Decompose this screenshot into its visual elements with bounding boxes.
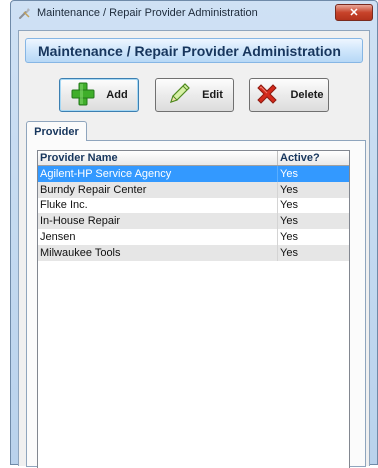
table-row[interactable]: Jensen Yes bbox=[38, 229, 349, 245]
app-window: Maintenance / Repair Provider Administra… bbox=[10, 0, 378, 468]
cell-active: Yes bbox=[280, 231, 298, 244]
table-row[interactable]: Burndy Repair Center Yes bbox=[38, 181, 349, 198]
add-button[interactable]: Add bbox=[59, 78, 139, 112]
window-title: Maintenance / Repair Provider Administra… bbox=[37, 7, 258, 19]
cell-provider-name: In-House Repair bbox=[38, 213, 278, 230]
cell-active: Yes bbox=[280, 183, 298, 196]
edit-button-label: Edit bbox=[202, 89, 223, 101]
cell-active: Yes bbox=[280, 199, 298, 212]
green-plus-icon bbox=[70, 82, 96, 109]
header-banner: Maintenance / Repair Provider Administra… bbox=[25, 38, 363, 63]
client-area: Maintenance / Repair Provider Administra… bbox=[18, 30, 370, 468]
cell-provider-name: Milwaukee Tools bbox=[38, 244, 278, 261]
cell-provider-name: Burndy Repair Center bbox=[38, 181, 278, 198]
cell-provider-name: Agilent-HP Service Agency bbox=[38, 166, 278, 182]
cell-active: Yes bbox=[280, 215, 298, 228]
provider-tab-panel: Provider Name Active? Agilent-HP Service… bbox=[26, 140, 366, 468]
page-title: Maintenance / Repair Provider Administra… bbox=[38, 42, 341, 59]
grid-header: Provider Name Active? bbox=[38, 151, 349, 166]
tab-provider[interactable]: Provider bbox=[26, 121, 87, 141]
delete-button-label: Delete bbox=[290, 89, 324, 101]
cell-provider-name: Fluke Inc. bbox=[38, 197, 278, 214]
provider-grid: Provider Name Active? Agilent-HP Service… bbox=[37, 150, 350, 468]
table-row[interactable]: Fluke Inc. Yes bbox=[38, 197, 349, 214]
close-icon: ✕ bbox=[349, 7, 359, 19]
cell-provider-name: Jensen bbox=[38, 229, 278, 245]
table-row[interactable]: Agilent-HP Service Agency Yes bbox=[38, 166, 349, 182]
wrench-icon bbox=[17, 5, 33, 21]
add-button-label: Add bbox=[106, 89, 128, 101]
cell-active: Yes bbox=[280, 167, 298, 180]
close-button[interactable]: ✕ bbox=[335, 4, 373, 21]
cell-active: Yes bbox=[280, 246, 298, 259]
delete-button[interactable]: Delete bbox=[249, 78, 329, 112]
tab-provider-label: Provider bbox=[34, 125, 79, 138]
title-bar[interactable]: Maintenance / Repair Provider Administra… bbox=[11, 1, 377, 25]
table-row[interactable]: In-House Repair Yes bbox=[38, 213, 349, 230]
pencil-icon bbox=[166, 81, 192, 110]
column-header-provider-name[interactable]: Provider Name bbox=[38, 151, 278, 165]
column-header-active[interactable]: Active? bbox=[278, 151, 349, 165]
edit-button[interactable]: Edit bbox=[155, 78, 234, 112]
table-row[interactable]: Milwaukee Tools Yes bbox=[38, 244, 349, 261]
red-x-icon bbox=[254, 81, 280, 110]
